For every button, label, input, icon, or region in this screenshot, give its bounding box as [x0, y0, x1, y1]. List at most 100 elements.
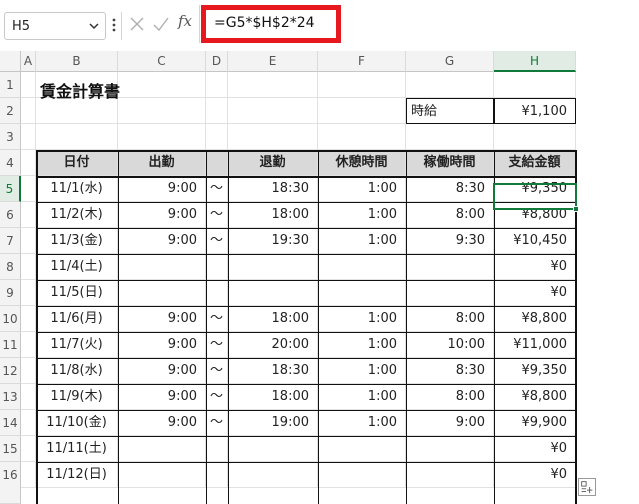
table-cell-worked[interactable]: 8:30 — [406, 358, 494, 384]
table-cell-end[interactable]: 19:00 — [228, 410, 318, 436]
table-cell-date[interactable]: 11/1(水) — [36, 176, 118, 202]
table-cell-break[interactable]: 1:00 — [318, 228, 406, 254]
row-header-13[interactable]: 13 — [0, 384, 21, 410]
table-cell-pay[interactable]: ¥9,350 — [494, 358, 576, 384]
table-cell-end[interactable]: 18:00 — [228, 306, 318, 332]
table-cell-break[interactable]: 1:00 — [318, 176, 406, 202]
table-cell-date[interactable]: 11/4(土) — [36, 254, 118, 280]
table-cell-end[interactable]: 19:30 — [228, 228, 318, 254]
table-cell-start[interactable]: 9:00 — [118, 176, 206, 202]
column-header-c[interactable]: C — [118, 51, 206, 72]
cell[interactable] — [494, 72, 576, 98]
row-header-11[interactable]: 11 — [0, 332, 21, 358]
table-cell-tilde[interactable]: 〜 — [206, 202, 228, 228]
cell[interactable] — [206, 124, 228, 150]
row-header-2[interactable]: 2 — [0, 98, 21, 124]
row-header-14[interactable]: 14 — [0, 410, 21, 436]
row-header-1[interactable]: 1 — [0, 72, 21, 98]
cell[interactable] — [21, 228, 36, 254]
cell[interactable] — [21, 176, 36, 202]
table-cell-tilde[interactable] — [206, 254, 228, 280]
row-header-15[interactable]: 15 — [0, 436, 21, 462]
table-cell-pay[interactable]: ¥11,000 — [494, 332, 576, 358]
table-cell-start[interactable]: 9:00 — [118, 384, 206, 410]
cell[interactable] — [21, 306, 36, 332]
cell[interactable] — [494, 124, 576, 150]
table-cell-worked[interactable]: 10:00 — [406, 332, 494, 358]
table-cell-pay[interactable]: ¥10,450 — [494, 228, 576, 254]
table-cell-end[interactable] — [228, 436, 318, 462]
table-cell-worked[interactable]: 9:30 — [406, 228, 494, 254]
row-header-10[interactable]: 10 — [0, 306, 21, 332]
table-cell-tilde[interactable]: 〜 — [206, 228, 228, 254]
cell[interactable] — [228, 72, 318, 98]
cell[interactable] — [318, 124, 406, 150]
table-cell-pay[interactable]: ¥0 — [494, 462, 576, 488]
table-cell-date[interactable]: 11/8(水) — [36, 358, 118, 384]
table-cell-date[interactable]: 11/11(土) — [36, 436, 118, 462]
table-cell-date[interactable]: 11/12(日) — [36, 462, 118, 488]
table-cell-date[interactable]: 11/2(木) — [36, 202, 118, 228]
table-cell-tilde[interactable] — [206, 462, 228, 488]
table-cell-worked[interactable] — [406, 462, 494, 488]
column-header-a[interactable]: A — [21, 51, 36, 72]
table-cell-end[interactable]: 18:30 — [228, 176, 318, 202]
table-cell-break[interactable] — [318, 280, 406, 306]
table-cell-pay[interactable]: ¥9,350 — [494, 176, 576, 202]
table-cell-pay[interactable]: ¥8,800 — [494, 306, 576, 332]
row-header-8[interactable]: 8 — [0, 254, 21, 280]
cell[interactable] — [228, 98, 318, 124]
table-cell-tilde[interactable] — [206, 436, 228, 462]
table-cell-break[interactable]: 1:00 — [318, 306, 406, 332]
table-cell-break[interactable] — [318, 254, 406, 280]
table-cell-start[interactable] — [118, 436, 206, 462]
table-cell-pay[interactable]: ¥8,800 — [494, 384, 576, 410]
table-cell-end[interactable]: 18:30 — [228, 358, 318, 384]
table-cell-pay[interactable]: ¥0 — [494, 254, 576, 280]
cell[interactable] — [21, 280, 36, 306]
cell[interactable] — [406, 124, 494, 150]
table-cell-tilde[interactable]: 〜 — [206, 410, 228, 436]
table-cell-end[interactable] — [228, 280, 318, 306]
column-header-g[interactable]: G — [406, 51, 494, 72]
cell[interactable] — [118, 124, 206, 150]
table-cell-start[interactable]: 9:00 — [118, 202, 206, 228]
cell[interactable] — [318, 72, 406, 98]
table-cell-date[interactable]: 11/3(金) — [36, 228, 118, 254]
insert-function-button[interactable]: fx — [178, 12, 192, 30]
cell[interactable] — [228, 124, 318, 150]
table-cell-start[interactable] — [118, 462, 206, 488]
table-cell-worked[interactable]: 8:30 — [406, 176, 494, 202]
table-cell-tilde[interactable]: 〜 — [206, 176, 228, 202]
table-cell-start[interactable] — [118, 254, 206, 280]
cell[interactable] — [21, 98, 36, 124]
table-cell-start[interactable]: 9:00 — [118, 410, 206, 436]
cell[interactable] — [206, 98, 228, 124]
cell[interactable] — [21, 254, 36, 280]
table-cell-worked[interactable]: 8:00 — [406, 202, 494, 228]
row-header-12[interactable]: 12 — [0, 358, 21, 384]
x-icon[interactable] — [128, 15, 146, 33]
cell[interactable] — [21, 124, 36, 150]
table-cell-start[interactable]: 9:00 — [118, 358, 206, 384]
table-cell-start[interactable] — [118, 280, 206, 306]
cell[interactable] — [406, 72, 494, 98]
table-cell-date[interactable]: 11/7(火) — [36, 332, 118, 358]
chevron-down-icon[interactable] — [89, 18, 99, 34]
table-cell-end[interactable] — [228, 254, 318, 280]
table-cell-start[interactable]: 9:00 — [118, 306, 206, 332]
table-cell-break[interactable] — [318, 462, 406, 488]
cell[interactable] — [21, 202, 36, 228]
table-cell-date[interactable]: 11/5(日) — [36, 280, 118, 306]
table-cell-tilde[interactable] — [206, 280, 228, 306]
wage-label-cell[interactable]: 時給 — [406, 98, 494, 124]
vertical-dots-icon[interactable] — [111, 14, 117, 36]
table-cell-pay[interactable]: ¥0 — [494, 436, 576, 462]
wage-value-cell[interactable]: ¥1,100 — [494, 98, 576, 124]
row-header-5[interactable]: 5 — [0, 176, 21, 202]
column-header-b[interactable]: B — [36, 51, 118, 72]
table-cell-worked[interactable] — [406, 254, 494, 280]
table-cell-end[interactable]: 18:00 — [228, 384, 318, 410]
table-cell-end[interactable] — [228, 462, 318, 488]
cell[interactable] — [21, 358, 36, 384]
